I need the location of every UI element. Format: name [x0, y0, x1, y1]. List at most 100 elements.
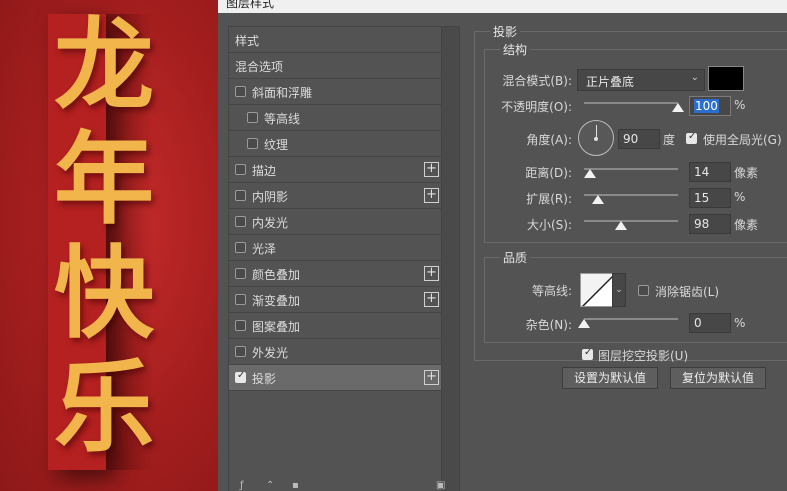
style-list-item[interactable]: 样式 [229, 27, 441, 53]
up-arrow-icon[interactable]: ⌃ [266, 480, 274, 491]
style-list-item[interactable]: 渐变叠加 + [229, 287, 441, 313]
reset-default-button[interactable]: 复位为默认值 [670, 367, 766, 389]
opacity-input[interactable]: 100 [689, 96, 731, 116]
shadow-color-swatch[interactable] [708, 66, 744, 91]
opacity-slider-track[interactable] [584, 102, 678, 104]
poster-canvas: 龙 年 快 乐 [0, 0, 218, 491]
size-input[interactable]: 98 [689, 214, 731, 234]
add-effect-icon[interactable]: + [424, 266, 439, 281]
noise-unit: % [734, 316, 746, 330]
antialias-label[interactable]: 消除锯齿(L) [655, 283, 719, 300]
style-list-item[interactable]: 等高线 [229, 105, 441, 131]
blend-mode-value: 正片叠底 [586, 75, 635, 89]
styles-list-scrollbar[interactable] [441, 27, 459, 491]
distance-slider-track[interactable] [584, 168, 678, 170]
style-list-item[interactable]: 混合选项 [229, 53, 441, 79]
style-checkbox[interactable] [235, 294, 246, 305]
style-list-item[interactable]: 斜面和浮雕 [229, 79, 441, 105]
spread-unit: % [734, 190, 746, 204]
style-list-item[interactable]: 光泽 [229, 235, 441, 261]
style-label: 内发光 [252, 216, 289, 230]
distance-slider-thumb[interactable] [583, 169, 596, 178]
spread-input[interactable]: 15 [689, 188, 731, 208]
style-label: 颜色叠加 [252, 268, 301, 282]
style-label: 内阴影 [252, 190, 289, 204]
contour-dropdown[interactable]: ⌄ [612, 273, 626, 307]
global-light-label[interactable]: 使用全局光(G) [703, 131, 782, 148]
style-checkbox[interactable] [235, 370, 246, 383]
layer-style-dialog: 图层样式 样式 混合选项 斜面和浮雕 等高线 纹理 描边 + 内阴影 + 内发光 光泽 颜色叠加 + 渐变… [218, 0, 787, 491]
add-effect-icon[interactable]: + [424, 162, 439, 177]
angle-unit: 度 [663, 133, 676, 147]
blend-mode-label: 混合模式(B): [502, 74, 572, 88]
spread-label: 扩展(R): [526, 192, 572, 206]
noise-slider-thumb[interactable] [578, 319, 590, 328]
style-list-item[interactable]: 纹理 [229, 131, 441, 157]
size-label: 大小(S): [526, 218, 572, 232]
size-slider-thumb[interactable] [614, 221, 627, 230]
opacity-slider-thumb[interactable] [672, 103, 684, 112]
style-checkbox[interactable] [235, 216, 246, 227]
distance-input[interactable]: 14 [689, 162, 731, 182]
poster-char-2: 年 [54, 121, 154, 238]
opacity-label: 不透明度(O): [501, 100, 572, 114]
global-light-checkbox[interactable] [686, 131, 697, 144]
add-effect-icon[interactable]: + [424, 188, 439, 203]
trash-icon[interactable]: ▣ [436, 480, 445, 491]
style-checkbox[interactable] [235, 346, 246, 357]
style-checkbox[interactable] [235, 86, 246, 97]
style-checkbox[interactable] [247, 138, 258, 149]
poster-char-4: 乐 [54, 349, 154, 466]
noise-slider-track[interactable] [584, 318, 678, 320]
quality-title: 品质 [500, 249, 531, 266]
add-effect-icon[interactable]: + [424, 292, 439, 307]
knockout-checkbox[interactable] [582, 347, 593, 360]
antialias-checkbox[interactable] [638, 285, 649, 296]
style-label: 描边 [252, 164, 277, 178]
distance-unit: 像素 [734, 166, 759, 180]
style-label: 渐变叠加 [252, 294, 301, 308]
chevron-down-icon: ⌄ [615, 285, 623, 295]
down-arrow-icon[interactable]: ▪ [292, 480, 299, 491]
style-label: 样式 [235, 34, 260, 48]
style-checkbox[interactable] [235, 268, 246, 279]
style-list-item[interactable]: 外发光 [229, 339, 441, 365]
style-checkbox[interactable] [235, 242, 246, 253]
add-effect-icon[interactable]: + [424, 370, 439, 385]
style-list-item[interactable]: 内阴影 + [229, 183, 441, 209]
opacity-value: 100 [694, 99, 719, 113]
contour-label: 等高线: [531, 284, 572, 298]
distance-label: 距离(D): [525, 166, 572, 180]
style-list-item[interactable]: 图案叠加 [229, 313, 441, 339]
angle-dial[interactable] [578, 120, 614, 156]
opacity-unit: % [734, 98, 746, 112]
style-label: 等高线 [264, 112, 301, 126]
style-list-item[interactable]: 描边 + [229, 157, 441, 183]
style-checkbox[interactable] [235, 320, 246, 331]
blend-mode-select[interactable]: 正片叠底 ⌄ [577, 69, 705, 91]
spread-slider-thumb[interactable] [592, 195, 605, 204]
set-default-button[interactable]: 设置为默认值 [562, 367, 658, 389]
style-list-item[interactable]: 投影 + [229, 365, 441, 391]
style-list-item[interactable]: 内发光 [229, 209, 441, 235]
style-checkbox[interactable] [235, 190, 246, 201]
style-label: 投影 [252, 372, 277, 386]
noise-label: 杂色(N): [525, 318, 572, 332]
contour-preview[interactable] [580, 273, 614, 307]
noise-input[interactable]: 0 [689, 313, 731, 333]
angle-input[interactable]: 90 [618, 129, 660, 149]
dialog-title: 图层样式 [226, 0, 275, 10]
style-label: 光泽 [252, 242, 277, 256]
size-slider-track[interactable] [584, 220, 678, 222]
dialog-titlebar: 图层样式 [218, 0, 787, 13]
styles-list: 样式混合选项斜面和浮雕等高线纹理描边 + 内阴影 + 内发光光泽颜色叠加 + 渐变叠加 + 图案… [228, 26, 460, 491]
knockout-label[interactable]: 图层挖空投影(U) [598, 347, 688, 364]
style-checkbox[interactable] [247, 112, 258, 123]
size-unit: 像素 [734, 218, 759, 232]
structure-title: 结构 [500, 41, 531, 58]
poster-char-1: 龙 [54, 7, 154, 124]
style-list-item[interactable]: 颜色叠加 + [229, 261, 441, 287]
fx-icon[interactable]: ƒ [240, 480, 244, 491]
style-label: 混合选项 [235, 60, 284, 74]
style-checkbox[interactable] [235, 164, 246, 175]
